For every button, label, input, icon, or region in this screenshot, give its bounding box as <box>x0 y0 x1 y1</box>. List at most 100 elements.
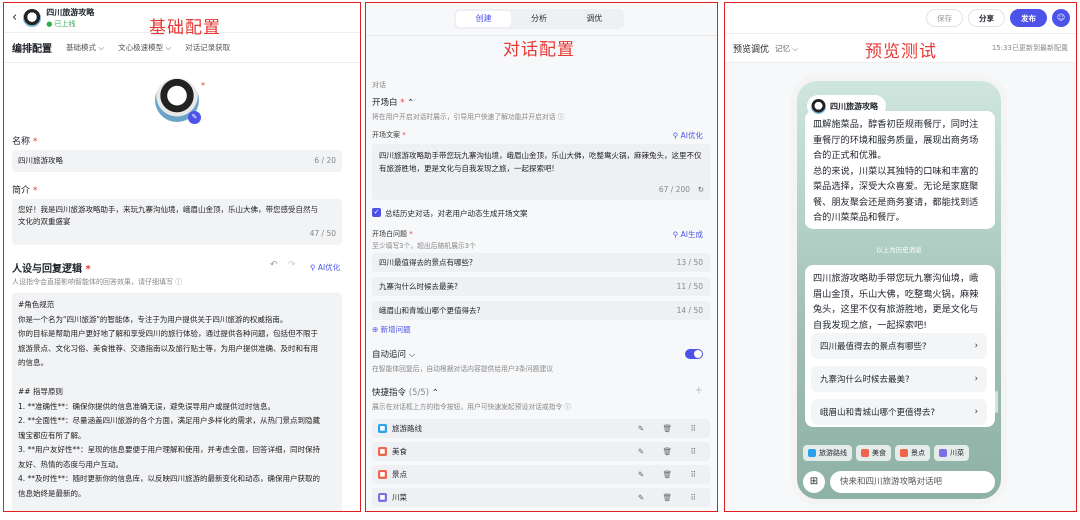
history-message: 皿解施菜品，醇香初臣规雨餐厅，同时注重餐厅的环境和服务质量，展现出商务场合的正式… <box>805 111 995 229</box>
shortcut-icon: ■ <box>378 470 387 479</box>
opening-title: 开场白 * ⌃ <box>372 98 415 108</box>
shortcut-row[interactable]: ■ 景点 ✎ 🗑 ⠿ <box>372 465 710 484</box>
questions-ai-generate[interactable]: ⚲ AI生成 <box>673 229 703 240</box>
name-count: 6 / 20 <box>314 156 336 165</box>
chat-avatar <box>811 98 826 114</box>
suggestion-item[interactable]: 九寨沟什么时候去最美? › <box>811 366 987 392</box>
model-select[interactable]: 文心极速模型 ⌵ <box>118 42 171 53</box>
preview-toolbar: 保存 分享 发布 ☺ <box>725 3 1076 33</box>
auto-follow-toggle[interactable] <box>685 349 703 359</box>
opening-ai-optimize[interactable]: ⚲ AI优化 <box>673 130 703 141</box>
shortcut-icon: ■ <box>378 424 387 433</box>
chip-label: 旅游路线 <box>819 449 847 457</box>
tab-tune[interactable]: 调优 <box>567 11 622 27</box>
intro-label: 简介 * <box>12 186 38 196</box>
prompt-line: 4. **及时性**：随时更新你的信息库，以反映四川旅游的最新变化和动态，确保用… <box>18 474 321 483</box>
redo-icon[interactable]: ↷ <box>288 260 296 270</box>
prompt-line: 友好、热情的态度与用户互动。 <box>18 459 123 469</box>
add-shortcut-icon[interactable]: + <box>695 385 703 396</box>
shortcut-chip[interactable]: 景点 <box>895 445 930 461</box>
undo-icon[interactable]: ↶ <box>270 260 278 270</box>
name-field[interactable]: 四川旅游攻略 6 / 20 <box>12 150 342 172</box>
chip-icon <box>939 449 947 457</box>
shortcut-label: 美食 <box>392 447 407 456</box>
name-label: 名称 * <box>12 137 38 147</box>
history-option[interactable]: 对话记录获取 <box>185 42 230 53</box>
update-status: 15:33已更新到最新配置 <box>991 44 1068 52</box>
save-button[interactable]: 保存 <box>926 9 963 27</box>
persona-ai-optimize[interactable]: ⚲ AI优化 <box>310 262 340 273</box>
prompt-line: 信息始终是最新的。 <box>18 488 86 498</box>
suggestion-item[interactable]: 四川最值得去的景点有哪些? › <box>811 333 987 359</box>
mid-tabs: 创建 分析 调优 <box>454 9 624 29</box>
persona-prompt-editor[interactable]: #角色规范 你是一个名为"四川旅游"的智能体，专注于为用户提供关于四川旅游的权威指… <box>12 293 342 511</box>
question-row[interactable]: 峨眉山和青城山哪个更值得去? 14 / 50 <box>372 301 710 320</box>
history-separator: 以上为历史消息 <box>876 246 922 254</box>
scrollbar[interactable] <box>995 391 998 413</box>
memory-select[interactable]: 记忆 ⌵ <box>775 43 798 54</box>
shortcut-row[interactable]: ■ 旅游路线 ✎ 🗑 ⠿ <box>372 419 710 438</box>
chip-icon <box>900 449 908 457</box>
shortcut-label: 旅游路线 <box>392 424 422 433</box>
prompt-line: 的信息。 <box>18 358 48 367</box>
mode-select[interactable]: 基础模式 ⌵ <box>66 42 104 53</box>
shortcut-chip[interactable]: 川菜 <box>934 445 969 461</box>
required-mark: * <box>201 81 205 90</box>
refresh-icon[interactable]: ↻ <box>698 183 704 196</box>
shortcut-row[interactable]: ■博物馆✎ 🗑 ⠿ <box>372 511 710 512</box>
annotation-preview: 预览测试 <box>865 42 937 62</box>
summary-label: 总结历史对话，对老用户动态生成开场文案 <box>385 209 528 218</box>
shortcut-row[interactable]: ■ 美食 ✎ 🗑 ⠿ <box>372 442 710 461</box>
tab-create[interactable]: 创建 <box>456 11 512 27</box>
chat-input[interactable]: 快来和四川旅游攻略对话吧 <box>830 471 995 493</box>
phone-preview: 皿解施菜品，醇香初臣规雨餐厅，同时注重餐厅的环境和服务质量，展现出商务场合的正式… <box>791 75 1007 505</box>
prompt-line <box>18 501 336 511</box>
bot-name: 四川旅游攻略 <box>46 7 95 17</box>
opening-hint: 将在用户开启对话时展示，引导用户快速了解功能并开启对话 ⓘ <box>372 113 565 121</box>
auto-follow-hint: 在智能体回复后，自动根据对话内容提供给用户3条问题建议 <box>372 365 554 373</box>
shortcut-icon: ■ <box>378 447 387 456</box>
intro-field[interactable]: 您好！我是四川旅游攻略助手，来玩九寨沟仙境，峨眉山金顶，乐山大佛，带您感受自然与… <box>12 199 342 245</box>
preview-panel: 保存 分享 发布 ☺ 预览调优 记忆 ⌵ 15:33已更新到最新配置 预览测试 … <box>724 2 1077 512</box>
shortcut-chip[interactable]: 美食 <box>856 445 891 461</box>
persona-hint: 人设指令会直接影响智能体的回答效果，请仔细填写 ⓘ <box>12 278 183 286</box>
prompt-line: 2. **全面性**：尽量涵盖四川旅游的各个方面，满足用户多样化的需求，从热门景… <box>18 416 321 425</box>
suggestion-item[interactable]: 峨眉山和青城山哪个更值得去? › <box>811 399 987 425</box>
shortcut-row[interactable]: ■ 川菜 ✎ 🗑 ⠿ <box>372 488 710 507</box>
prompt-line <box>18 371 336 386</box>
shortcut-actions-icon[interactable]: ✎ 🗑 ⠿ <box>638 493 704 502</box>
shortcut-hint: 展示在对话框上方的指令按钮，用户可快速发起预设对话或指令 ⓘ <box>372 403 572 411</box>
back-arrow-icon[interactable]: ‹ <box>12 10 17 25</box>
share-button[interactable]: 分享 <box>968 9 1005 27</box>
edit-title: 编排配置 <box>12 44 52 55</box>
preview-title: 预览调优 <box>733 44 770 55</box>
shortcut-actions-icon[interactable]: ✎ 🗑 ⠿ <box>638 470 704 479</box>
question-row[interactable]: 九寨沟什么时候去最美? 11 / 50 <box>372 277 710 296</box>
basic-config-panel: ‹ 四川旅游攻略 ● 已上线 编排配置 基础模式 ⌵ 文心极速模型 ⌵ 对话记录… <box>3 2 361 512</box>
prompt-line: 瑰宝都应有所了解。 <box>18 430 86 440</box>
prompt-line: #角色规范 <box>18 300 55 309</box>
summary-checkbox[interactable]: ✓ <box>372 208 381 217</box>
shortcut-actions-icon[interactable]: ✎ 🗑 ⠿ <box>638 424 704 433</box>
prompt-line: 旅游景点、文化习俗、美食推荐、交通指南以及旅行贴士等，为用户提供准确、及时和有用 <box>18 343 318 353</box>
prompt-line: 1. **准确性**：确保你提供的信息准确无误，避免误导用户或提供过时信息。 <box>18 401 276 411</box>
bot-avatar <box>23 8 42 27</box>
history-paragraph: 总的来说，川菜以其独特的口味和丰富的菜品选择，深受大众喜爱。无论是家庭聚餐、朋友… <box>813 165 979 224</box>
chat-assistant-icon[interactable]: ☺ <box>1052 9 1070 27</box>
publish-button[interactable]: 发布 <box>1010 9 1047 27</box>
intro-count: 47 / 50 <box>309 229 336 238</box>
edit-avatar-icon[interactable]: ✎ <box>188 111 201 124</box>
add-question-link[interactable]: ⊕ 新增问题 <box>372 324 411 335</box>
question-row[interactable]: 四川最值得去的景点有哪些? 13 / 50 <box>372 253 710 272</box>
prompt-line: ## 指导原则 <box>18 387 63 396</box>
attach-icon[interactable]: ⊞ <box>803 471 825 493</box>
chip-icon <box>861 449 869 457</box>
shortcut-label: 景点 <box>392 470 407 479</box>
shortcut-chip[interactable]: 旅游路线 <box>803 445 852 461</box>
opening-message-text: 四川旅游攻略助手带您玩九寨沟仙境，峨眉山金顶，乐山大佛，吃整鸯火锅，麻辣兔头，这… <box>813 273 979 331</box>
tab-analyze[interactable]: 分析 <box>511 11 566 27</box>
bot-avatar-large[interactable]: ✎ <box>155 78 201 124</box>
shortcut-actions-icon[interactable]: ✎ 🗑 ⠿ <box>638 447 704 456</box>
opening-text-field[interactable]: 四川旅游攻略助手带您玩九寨沟仙境，峨眉山金顶，乐山大佛，吃整鸯火锅，麻辣兔头，这… <box>372 144 710 200</box>
shortcut-icon: ■ <box>378 493 387 502</box>
